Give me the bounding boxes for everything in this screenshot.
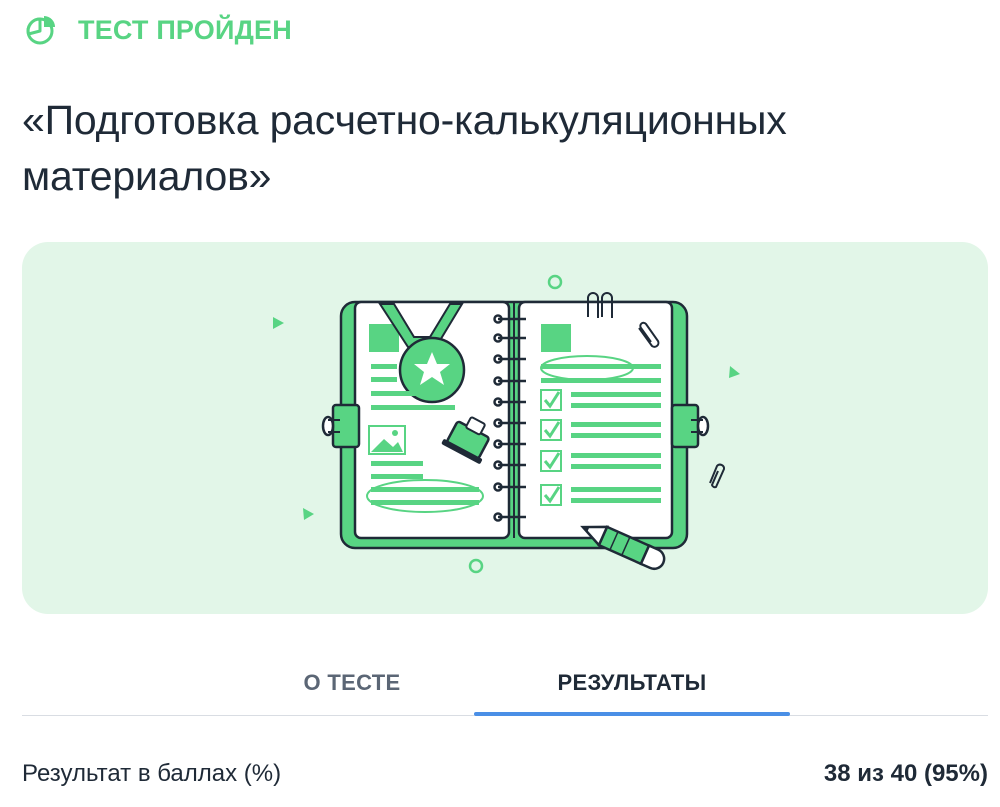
tab-about-test[interactable]: О ТЕСТЕ [222, 650, 482, 716]
left-binder-clip [321, 403, 361, 449]
status-label: ТЕСТ ПРОЙДЕН [78, 14, 292, 45]
deco-triangle [729, 366, 740, 378]
title-line-1: «Подготовка расчетно-калькуляционных [22, 97, 787, 143]
pie-chart-icon [24, 13, 58, 47]
deco-circle [547, 274, 563, 290]
score-label: Результат в баллах (%) [22, 760, 282, 787]
score-row: Результат в баллах (%) 38 из 40 (95%) [22, 752, 988, 796]
tab-results[interactable]: РЕЗУЛЬТАТЫ [474, 650, 790, 716]
page-title: «Подготовка расчетно-калькуляционных мат… [22, 92, 982, 204]
deco-circle [468, 558, 484, 574]
score-value: 38 из 40 (95%) [823, 760, 988, 787]
tab-bar: О ТЕСТЕ РЕЗУЛЬТАТЫ [22, 650, 988, 716]
deco-triangle [303, 508, 314, 520]
active-tab-indicator [474, 712, 790, 716]
deco-triangle [273, 317, 284, 329]
tab-results-label: РЕЗУЛЬТАТЫ [557, 670, 707, 695]
notebook-illustration [273, 274, 740, 574]
hero-banner [22, 242, 988, 614]
title-line-2: материалов» [22, 153, 272, 199]
status-header: ТЕСТ ПРОЙДЕН [24, 12, 292, 48]
right-binder-clip [670, 403, 710, 449]
